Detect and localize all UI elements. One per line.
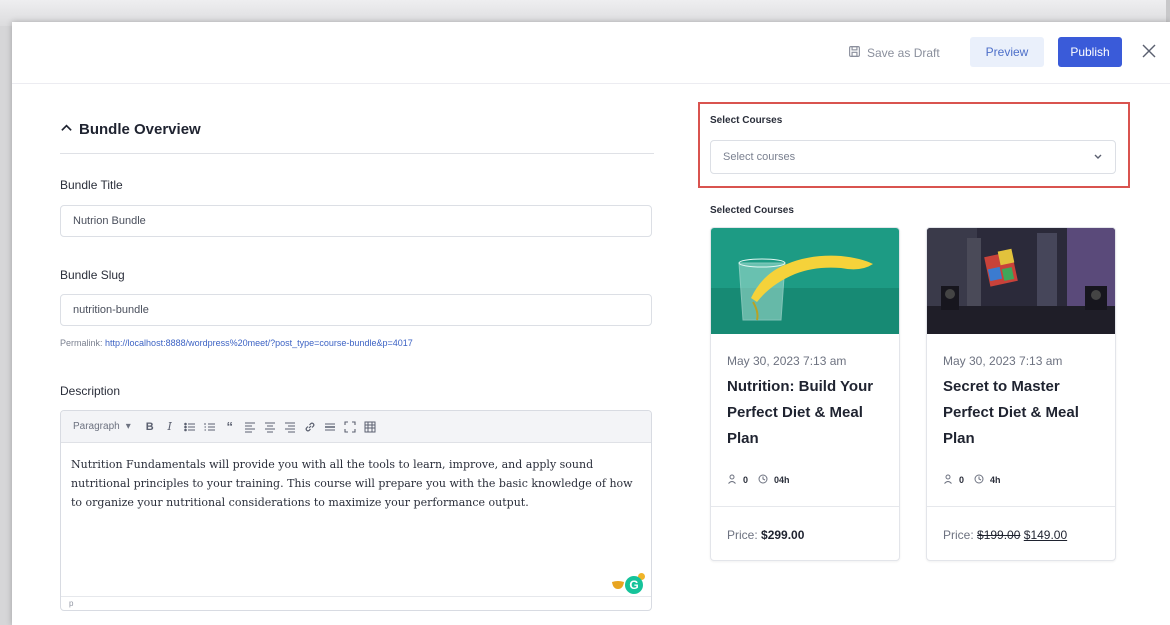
bundle-title-label: Bundle Title — [60, 178, 123, 192]
chevron-down-icon — [1093, 151, 1103, 164]
course-title[interactable]: Nutrition: Build Your Perfect Diet & Mea… — [727, 374, 887, 452]
course-meta: 0 4h — [943, 474, 1001, 486]
bold-icon[interactable]: B — [141, 417, 159, 437]
description-label: Description — [60, 384, 121, 398]
user-icon — [943, 474, 953, 486]
format-select[interactable]: Paragraph ▾ — [67, 416, 137, 438]
description-editor: Paragraph ▾ B I “ Nutrition Fundamentals… — [60, 410, 652, 611]
permalink-label: Permalink: — [60, 338, 103, 348]
select-courses-placeholder: Select courses — [723, 151, 796, 163]
student-count: 0 — [743, 475, 749, 485]
course-price: Price: $199.00 $149.00 — [943, 528, 1067, 542]
select-courses-dropdown[interactable]: Select courses — [710, 140, 1116, 174]
editor-status-bar: p — [61, 596, 651, 610]
align-right-icon[interactable] — [281, 417, 299, 437]
course-title[interactable]: Secret to Master Perfect Diet & Meal Pla… — [943, 374, 1103, 452]
clock-icon — [758, 474, 768, 486]
italic-icon[interactable]: I — [161, 417, 179, 437]
course-thumbnail — [927, 228, 1115, 334]
course-price: Price: $299.00 — [727, 528, 804, 542]
clock-icon — [974, 474, 984, 486]
course-thumbnail — [711, 228, 899, 334]
price-label: Price: — [943, 528, 974, 542]
preview-button[interactable]: Preview — [970, 37, 1044, 67]
card-divider — [711, 506, 899, 507]
bundle-editor-window: Save as Draft Preview Publish Bundle Ove… — [12, 22, 1170, 625]
price-value: $149.00 — [1023, 528, 1068, 542]
chevron-up-icon — [60, 121, 73, 138]
bundle-title-input[interactable]: Nutrion Bundle — [60, 205, 652, 237]
course-date: May 30, 2023 7:13 am — [727, 354, 847, 368]
price-value: $299.00 — [761, 528, 805, 542]
blockquote-icon[interactable]: “ — [221, 417, 239, 437]
bundle-overview-title: Bundle Overview — [79, 121, 201, 138]
course-card[interactable]: May 30, 2023 7:13 am Secret to Master Pe… — [926, 227, 1116, 561]
save-as-draft-label: Save as Draft — [867, 46, 940, 60]
editor-topbar: Save as Draft Preview Publish — [12, 22, 1170, 84]
student-count: 0 — [959, 475, 965, 485]
editor-toolbar: Paragraph ▾ B I “ — [61, 411, 651, 443]
horizontal-rule-icon[interactable] — [321, 417, 339, 437]
course-duration: 4h — [990, 475, 1001, 485]
grammarly-icon[interactable]: G — [625, 576, 643, 594]
selected-courses-label: Selected Courses — [710, 205, 794, 216]
course-card[interactable]: May 30, 2023 7:13 am Nutrition: Build Yo… — [710, 227, 900, 561]
course-duration: 04h — [774, 475, 790, 485]
old-price-value: $199.00 — [977, 528, 1021, 542]
align-center-icon[interactable] — [261, 417, 279, 437]
emoji-icon[interactable] — [611, 580, 625, 590]
course-meta: 0 04h — [727, 474, 790, 486]
numbered-list-icon[interactable] — [201, 417, 219, 437]
course-date: May 30, 2023 7:13 am — [943, 354, 1063, 368]
select-courses-label: Select Courses — [710, 115, 783, 126]
user-icon — [727, 474, 737, 486]
format-select-value: Paragraph — [73, 421, 120, 432]
card-divider — [927, 506, 1115, 507]
editor-content[interactable]: Nutrition Fundamentals will provide you … — [61, 443, 651, 512]
close-icon[interactable] — [1138, 39, 1160, 63]
bundle-overview-header[interactable]: Bundle Overview — [60, 114, 654, 154]
toolbar-toggle-icon[interactable] — [361, 417, 379, 437]
save-as-draft-button[interactable]: Save as Draft — [848, 40, 940, 66]
permalink-link[interactable]: http://localhost:8888/wordpress%20meet/?… — [105, 338, 413, 348]
bullet-list-icon[interactable] — [181, 417, 199, 437]
publish-button[interactable]: Publish — [1058, 37, 1122, 67]
save-icon — [848, 45, 861, 61]
permalink: Permalink: http://localhost:8888/wordpre… — [60, 338, 413, 348]
price-label: Price: — [727, 528, 758, 542]
caret-down-icon: ▾ — [125, 421, 131, 432]
link-icon[interactable] — [301, 417, 319, 437]
fullscreen-icon[interactable] — [341, 417, 359, 437]
bundle-slug-label: Bundle Slug — [60, 268, 125, 282]
align-left-icon[interactable] — [241, 417, 259, 437]
bundle-slug-input[interactable]: nutrition-bundle — [60, 294, 652, 326]
